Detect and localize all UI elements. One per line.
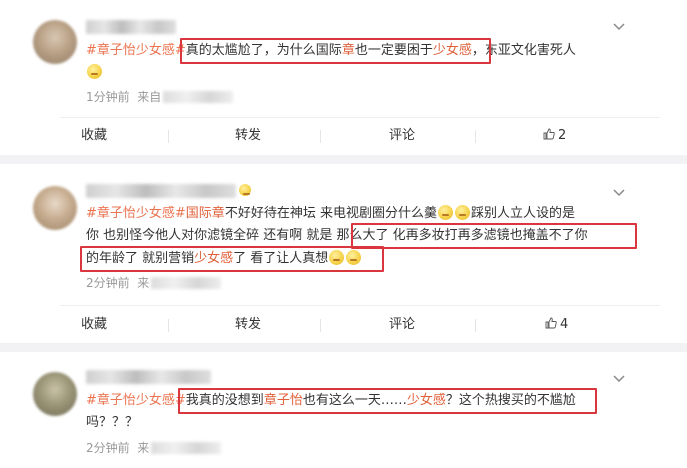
- timestamp[interactable]: 1分钟前: [86, 90, 130, 104]
- emoji-icon: [454, 205, 470, 220]
- divider: [60, 305, 660, 306]
- like-icon: [545, 317, 557, 329]
- collect-button[interactable]: 收藏: [81, 310, 107, 340]
- post-text-line-1: #章子怡少女感#国际章不好好待在神坛 来电视剧圈分什么羹 踩别人立人设的是: [86, 205, 575, 221]
- hashtag-link[interactable]: #章子怡少女感#: [86, 206, 186, 221]
- chevron-down-icon[interactable]: [613, 186, 625, 201]
- emoji-icon: [239, 184, 251, 196]
- like-icon: [543, 128, 555, 140]
- divider: [60, 117, 660, 118]
- post-text-line-2: [86, 62, 103, 84]
- emoji-icon: [437, 205, 453, 220]
- username[interactable]: [86, 370, 211, 384]
- timestamp[interactable]: 2分钟前: [86, 441, 130, 455]
- action-bar: 收藏 转发 评论 4: [0, 310, 687, 340]
- section-divider: [0, 343, 687, 352]
- avatar[interactable]: [33, 372, 77, 416]
- avatar[interactable]: [33, 186, 77, 230]
- comment-button[interactable]: 评论: [389, 121, 415, 151]
- username[interactable]: [86, 20, 176, 34]
- highlight-box: [351, 223, 637, 249]
- action-bar: 收藏 转发 评论 2: [0, 121, 687, 151]
- highlight-box: [80, 246, 384, 272]
- post-meta: 2分钟前 来: [86, 439, 222, 456]
- share-button[interactable]: 转发: [235, 121, 261, 151]
- highlight-box: [180, 38, 491, 64]
- timestamp[interactable]: 2分钟前: [86, 276, 130, 290]
- chevron-down-icon[interactable]: [613, 20, 625, 35]
- share-button[interactable]: 转发: [235, 310, 261, 340]
- username[interactable]: [86, 184, 236, 198]
- avatar[interactable]: [33, 20, 77, 64]
- post-meta: 1分钟前 来自: [86, 88, 234, 105]
- post-meta: 2分钟前 来: [86, 274, 222, 291]
- like-button[interactable]: 4: [545, 310, 568, 340]
- hashtag-link[interactable]: #章子怡少女感#: [86, 393, 186, 408]
- section-divider: [0, 155, 687, 164]
- post-text-line-2: 吗？？？: [86, 415, 139, 430]
- collect-button[interactable]: 收藏: [81, 121, 107, 151]
- like-button[interactable]: 2: [543, 121, 566, 151]
- hashtag-link[interactable]: #章子怡少女感#: [86, 43, 186, 58]
- chevron-down-icon[interactable]: [613, 372, 625, 387]
- comment-button[interactable]: 评论: [389, 310, 415, 340]
- highlight-box: [178, 388, 597, 414]
- emoji-icon: [87, 64, 102, 79]
